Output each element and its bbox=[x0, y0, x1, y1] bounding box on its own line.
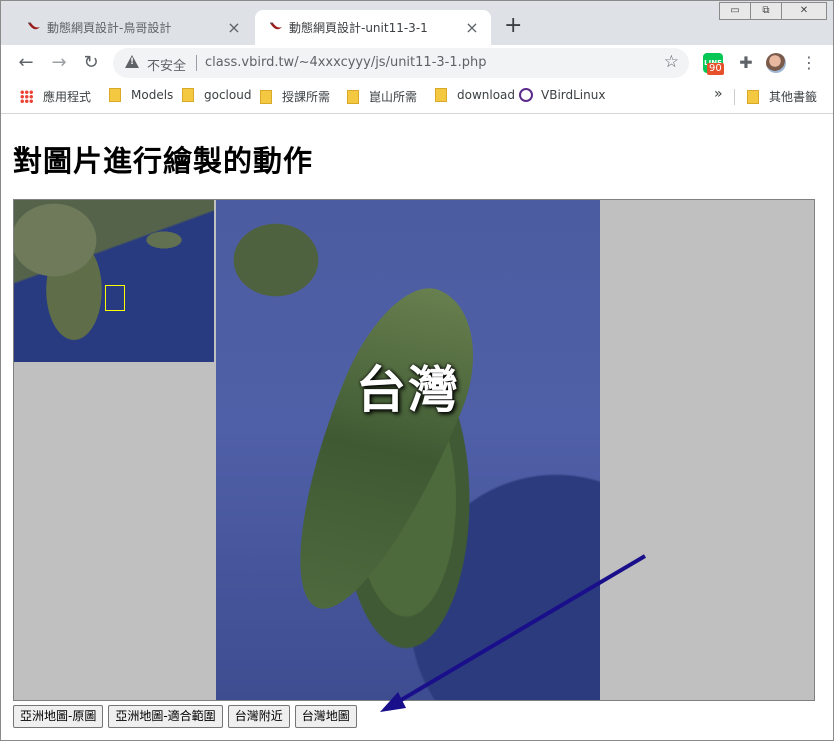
browser-window: 動態網頁設計-鳥哥設計 × 動態網頁設計-unit11-3-1 × + ▭ ⧉ … bbox=[0, 0, 834, 741]
arrow-right-icon[interactable]: → bbox=[49, 53, 69, 73]
reload-icon[interactable]: ↻ bbox=[81, 53, 101, 73]
window-close-button[interactable]: ✕ bbox=[781, 2, 827, 20]
warning-icon[interactable] bbox=[125, 55, 139, 68]
apps-grid-icon bbox=[20, 90, 33, 103]
folder-icon bbox=[260, 89, 272, 104]
bookmark-teaching[interactable]: 授課所需 bbox=[260, 88, 330, 105]
new-tab-button[interactable]: + bbox=[504, 14, 522, 38]
asia-map-original-button[interactable]: 亞洲地圖-原圖 bbox=[13, 705, 104, 728]
tab-title: 動態網頁設計-unit11-3-1 bbox=[289, 21, 428, 35]
divider bbox=[196, 55, 197, 71]
taiwan-island-shape bbox=[261, 269, 501, 631]
bookmark-label: 應用程式 bbox=[43, 90, 92, 104]
bookmark-label: 其他書籤 bbox=[769, 90, 818, 104]
bookmark-download[interactable]: download bbox=[435, 88, 515, 102]
tab-close-icon[interactable]: × bbox=[463, 18, 481, 37]
asia-map-fit-button[interactable]: 亞洲地圖-適合範圍 bbox=[108, 705, 223, 728]
drawing-canvas[interactable]: 台灣 bbox=[13, 199, 815, 701]
puzzle-icon[interactable]: ✚ bbox=[736, 53, 756, 73]
folder-icon bbox=[435, 88, 447, 102]
tab-close-icon[interactable]: × bbox=[225, 18, 243, 37]
bookmark-label: 崑山所需 bbox=[369, 90, 418, 104]
button-row: 亞洲地圖-原圖 亞洲地圖-適合範圍 台灣附近 台灣地圖 bbox=[13, 705, 362, 728]
bookmark-apps[interactable]: 應用程式 bbox=[20, 88, 91, 105]
star-icon[interactable]: ☆ bbox=[664, 52, 679, 72]
bookmarks-bar: 應用程式 Models gocloud 授課所需 崑山所需 download V… bbox=[1, 81, 833, 114]
avatar[interactable] bbox=[766, 53, 786, 73]
folder-icon bbox=[182, 88, 194, 102]
folder-icon bbox=[109, 88, 121, 102]
bookmark-kunshan[interactable]: 崑山所需 bbox=[347, 88, 417, 105]
address-bar[interactable]: 不安全 class.vbird.tw/~4xxxcyyy/js/unit11-3… bbox=[113, 48, 689, 78]
bookmark-label: VBirdLinux bbox=[541, 88, 606, 102]
taiwan-nearby-button[interactable]: 台灣附近 bbox=[227, 705, 290, 728]
window-controls: ▭ ⧉ ✕ bbox=[719, 2, 827, 20]
page-title: 對圖片進行繪製的動作 bbox=[13, 144, 314, 178]
taiwan-selection-box bbox=[105, 285, 125, 311]
tab-title: 動態網頁設計-鳥哥設計 bbox=[47, 21, 172, 35]
map-label: 台灣 bbox=[356, 361, 460, 419]
bookmark-gocloud[interactable]: gocloud bbox=[182, 88, 251, 102]
bookmark-other[interactable]: 其他書籤 bbox=[747, 88, 817, 105]
arrow-left-icon[interactable]: ← bbox=[16, 53, 36, 73]
kebab-menu-icon[interactable]: ⋮ bbox=[799, 53, 819, 73]
favicon-icon bbox=[28, 22, 40, 30]
divider bbox=[734, 89, 735, 105]
url-text[interactable]: class.vbird.tw/~4xxxcyyy/js/unit11-3-1.p… bbox=[205, 55, 487, 70]
taiwan-map: 台灣 bbox=[216, 200, 600, 700]
vbird-icon bbox=[519, 88, 533, 102]
security-status[interactable]: 不安全 bbox=[147, 55, 186, 74]
tab-strip: 動態網頁設計-鳥哥設計 × 動態網頁設計-unit11-3-1 × + ▭ ⧉ … bbox=[1, 1, 833, 45]
bookmark-label: gocloud bbox=[204, 88, 252, 102]
taiwan-map-button[interactable]: 台灣地圖 bbox=[294, 705, 357, 728]
bookmark-vbirdlinux[interactable]: VBirdLinux bbox=[519, 88, 605, 102]
restore-button[interactable]: ⧉ bbox=[750, 2, 782, 20]
bookmarks-overflow-icon[interactable]: » bbox=[714, 86, 723, 102]
extension-badge: 90 bbox=[707, 63, 724, 75]
asia-map-thumbnail bbox=[14, 200, 214, 362]
favicon-icon bbox=[270, 22, 282, 30]
bookmark-label: download bbox=[457, 88, 516, 102]
bookmark-models[interactable]: Models bbox=[109, 88, 173, 102]
minimize-button[interactable]: ▭ bbox=[719, 2, 751, 20]
tab-inactive[interactable]: 動態網頁設計-鳥哥設計 × bbox=[13, 10, 253, 45]
folder-icon bbox=[747, 89, 759, 104]
folder-icon bbox=[347, 89, 359, 104]
tab-active[interactable]: 動態網頁設計-unit11-3-1 × bbox=[255, 10, 491, 45]
bookmark-label: 授課所需 bbox=[282, 90, 331, 104]
bookmark-label: Models bbox=[131, 88, 174, 102]
